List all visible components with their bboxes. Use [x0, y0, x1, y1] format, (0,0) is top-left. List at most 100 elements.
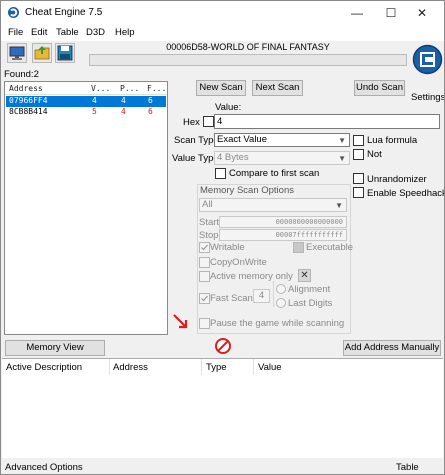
speedhack-checkbox[interactable]: [353, 187, 364, 198]
alignment-label: Alignment: [288, 284, 331, 295]
menu-bar: File Edit Table D3D Help: [1, 25, 444, 41]
not-checkbox[interactable]: [353, 149, 364, 160]
status-bar: Advanced Options Table Extras: [1, 460, 444, 474]
column-table-value[interactable]: Value: [258, 362, 282, 373]
fast-scan-alignment-input[interactable]: 4: [253, 289, 270, 303]
fast-scan-label: Fast Scan: [210, 293, 253, 304]
active-memory-label: Active memory only: [210, 271, 293, 282]
executable-checkbox[interactable]: [293, 242, 304, 253]
not-label: Not: [367, 149, 382, 160]
active-memory-checkbox[interactable]: [199, 271, 210, 282]
pause-game-checkbox[interactable]: [199, 318, 210, 329]
hex-checkbox[interactable]: [203, 116, 214, 127]
lua-formula-label: Lua formula: [367, 135, 418, 146]
open-file-button[interactable]: [32, 43, 52, 63]
stop-no-entry-icon[interactable]: [214, 337, 232, 355]
undo-scan-button[interactable]: Undo Scan: [354, 80, 405, 96]
column-active-description[interactable]: Active Description: [6, 362, 82, 373]
value-label: Value:: [215, 102, 242, 113]
memory-region-select[interactable]: All ▼: [199, 198, 347, 212]
menu-d3d[interactable]: D3D: [86, 27, 105, 38]
close-icon: ✕: [416, 6, 428, 20]
add-address-manually-button[interactable]: Add Address Manually: [343, 340, 441, 356]
column-previous[interactable]: P...: [120, 84, 139, 93]
advanced-options-link[interactable]: Advanced Options: [5, 462, 83, 473]
row-address: 07966FF4: [9, 96, 48, 105]
menu-table[interactable]: Table: [56, 27, 79, 38]
start-address-input[interactable]: 0000000000000000: [219, 216, 347, 228]
window-title: Cheat Engine 7.5: [25, 7, 103, 18]
row-value: 5: [92, 107, 97, 116]
writable-checkbox[interactable]: [199, 242, 210, 253]
new-scan-button[interactable]: New Scan: [196, 80, 246, 96]
scan-type-select[interactable]: Exact Value ▼: [214, 133, 350, 147]
select-process-button[interactable]: [7, 43, 27, 63]
row-value: 4: [92, 96, 97, 105]
alignment-radio[interactable]: [276, 284, 286, 294]
memory-scan-options-group: Memory Scan Options All ▼ Start 00000000…: [197, 184, 354, 334]
column-first[interactable]: F...: [147, 84, 166, 93]
unrandomizer-checkbox[interactable]: [353, 173, 364, 184]
memory-scan-options-title: Memory Scan Options: [200, 185, 294, 196]
scan-progress-bar: [89, 54, 407, 66]
row-address: 8CB8B414: [9, 107, 48, 116]
save-disk-icon: [57, 45, 73, 61]
column-address[interactable]: Address: [9, 84, 43, 93]
speedhack-label: Enable Speedhack: [367, 188, 445, 199]
clear-x-icon[interactable]: ✕: [298, 269, 311, 282]
found-row[interactable]: 8CB8B414 5 4 6: [6, 107, 166, 118]
column-divider: [109, 359, 110, 375]
memory-view-button[interactable]: Memory View: [5, 340, 105, 356]
value-type-label: Value Type: [172, 153, 219, 164]
chevron-down-icon: ▼: [335, 201, 343, 210]
start-label: Start: [199, 217, 220, 228]
copy-on-write-label: CopyOnWrite: [210, 257, 267, 268]
cheat-engine-window: Cheat Engine 7.5 — ☐ ✕ File Edit Table D…: [0, 0, 445, 475]
last-digits-radio[interactable]: [276, 298, 286, 308]
lua-formula-checkbox[interactable]: [353, 135, 364, 146]
checkmark-icon: [201, 244, 208, 251]
column-type[interactable]: Type: [206, 362, 227, 373]
found-row[interactable]: 07966FF4 4 4 6: [6, 96, 166, 107]
computer-icon: [9, 46, 25, 60]
last-digits-label: Last Digits: [288, 298, 333, 309]
column-table-address[interactable]: Address: [113, 362, 148, 373]
column-divider: [253, 359, 254, 375]
cheat-engine-settings-logo-icon[interactable]: [411, 43, 444, 76]
minimize-icon: —: [351, 6, 363, 20]
scan-type-label: Scan Type: [174, 135, 219, 146]
maximize-icon: ☐: [385, 6, 397, 20]
settings-label[interactable]: Settings: [411, 92, 444, 103]
process-name: 00006D58-WORLD OF FINAL FANTASY: [166, 42, 330, 52]
menu-help[interactable]: Help: [115, 27, 135, 38]
compare-first-label: Compare to first scan: [229, 168, 320, 179]
cheat-table[interactable]: Active Description Address Type Value: [2, 358, 443, 458]
found-address-list[interactable]: Address V... P... F... 07966FF4 4 4 6 8C…: [4, 81, 168, 335]
table-extras-link[interactable]: Table Extras: [396, 462, 444, 474]
scan-type-value: Exact Value: [217, 134, 267, 145]
add-selected-to-list-arrow-icon[interactable]: [171, 312, 191, 332]
value-type-value: 4 Bytes: [217, 152, 249, 163]
close-button[interactable]: ✕: [400, 1, 444, 25]
unrandomizer-label: Unrandomizer: [367, 174, 427, 185]
next-scan-button[interactable]: Next Scan: [252, 80, 303, 96]
stop-address-input[interactable]: 00007fffffffffff: [219, 229, 347, 241]
column-divider: [201, 359, 202, 375]
menu-edit[interactable]: Edit: [31, 27, 47, 38]
column-value[interactable]: V...: [91, 84, 110, 93]
chevron-down-icon: ▼: [338, 136, 346, 145]
chevron-down-icon: ▼: [338, 154, 346, 163]
found-list-header: Address V... P... F...: [5, 82, 167, 95]
row-previous: 4: [121, 107, 126, 116]
save-file-button[interactable]: [55, 43, 75, 63]
hex-label: Hex: [183, 117, 200, 128]
memory-region-value: All: [202, 199, 213, 210]
fast-scan-checkbox[interactable]: [199, 293, 210, 304]
row-first: 6: [148, 107, 153, 116]
value-input[interactable]: 4: [214, 114, 440, 129]
menu-file[interactable]: File: [8, 27, 23, 38]
copy-on-write-checkbox[interactable]: [199, 257, 210, 268]
executable-label: Executable: [306, 242, 354, 253]
compare-first-checkbox[interactable]: [215, 168, 226, 179]
value-type-select[interactable]: 4 Bytes ▼: [214, 151, 350, 165]
